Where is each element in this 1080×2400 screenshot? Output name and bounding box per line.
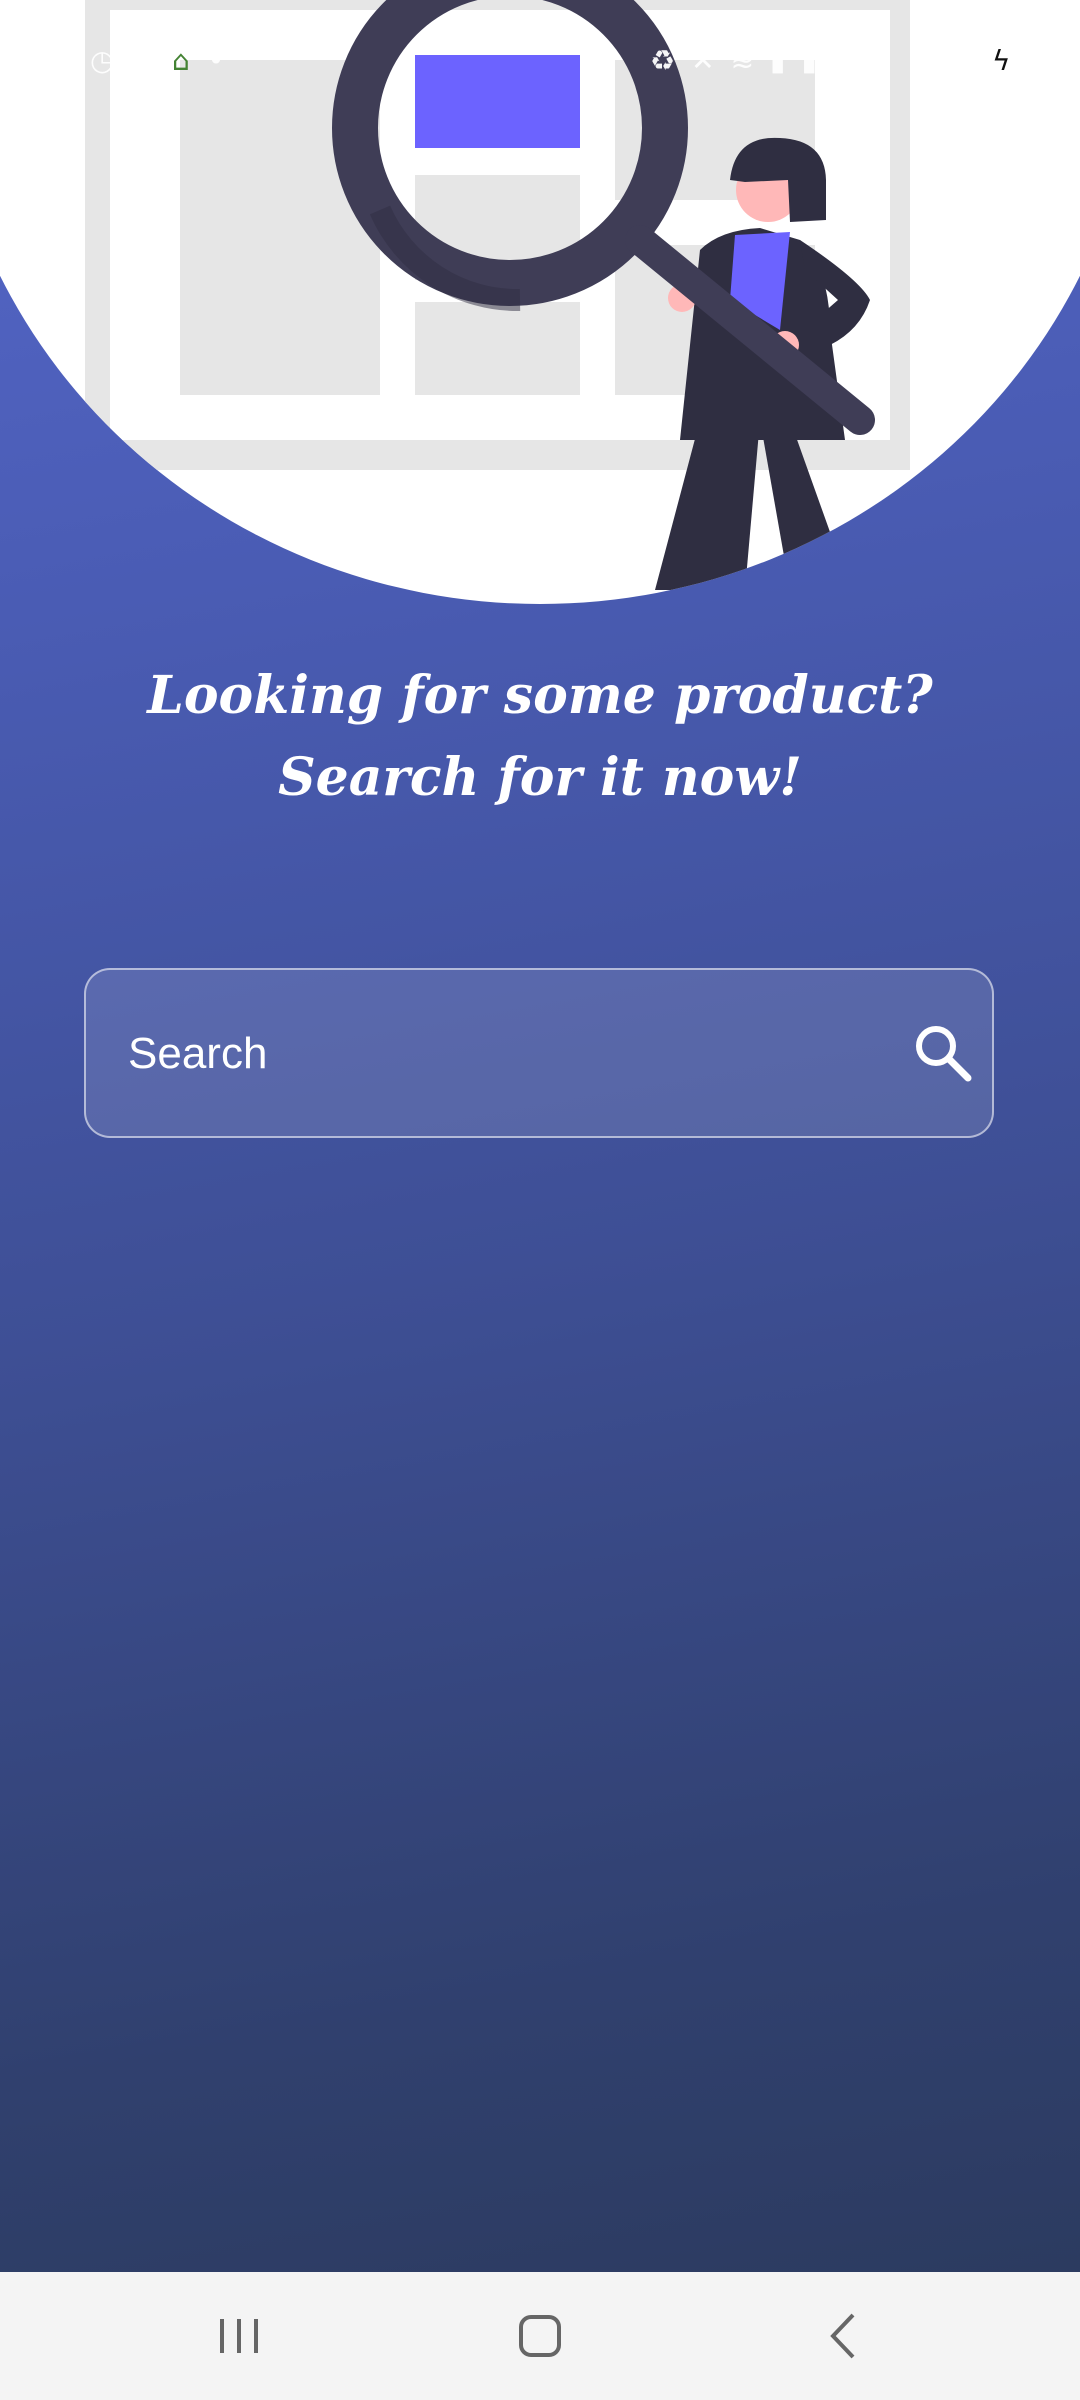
home-icon (519, 2315, 561, 2357)
wifi-icon: ≋ (730, 44, 755, 77)
headline: Looking for some product? Search for it … (0, 655, 1080, 819)
layout-block-bottom (415, 302, 580, 395)
youtube-icon: ▶ (132, 44, 154, 77)
mute-icon: ✕ (691, 44, 715, 77)
status-left-icons: ◷ ▶ ⌂ • (90, 44, 224, 77)
search-icon[interactable] (908, 1018, 978, 1088)
recents-button[interactable] (189, 2290, 289, 2382)
headline-line-1: Looking for some product? (147, 665, 933, 726)
mosque-icon: ⌂ (171, 44, 190, 77)
recycle-icon: ♻ (650, 44, 676, 77)
status-right-icons: ♻ ✕ ≋ ▮ ▮ (650, 44, 817, 77)
back-icon (830, 2313, 855, 2359)
bolt-icon: ϟ (992, 44, 1011, 77)
back-button[interactable] (794, 2290, 894, 2382)
dot-icon: • (207, 44, 225, 77)
app-screen: ◷ ▶ ⌂ • ♻ ✕ ≋ ▮ ▮ ϟ Looking for some pro… (0, 0, 1080, 2272)
search-box[interactable] (84, 968, 994, 1138)
clock-icon: ◷ (90, 44, 115, 77)
status-bar: ◷ ▶ ⌂ • ♻ ✕ ≋ ▮ ▮ ϟ (0, 0, 1080, 120)
home-button[interactable] (490, 2290, 590, 2382)
signal-icon: ▮ (770, 44, 786, 77)
headline-line-2: Search for it now! (278, 747, 802, 808)
navigation-bar (0, 2272, 1080, 2400)
search-input[interactable] (126, 970, 890, 1138)
recents-icon (220, 2319, 258, 2353)
signal-icon: ▮ (801, 44, 817, 77)
